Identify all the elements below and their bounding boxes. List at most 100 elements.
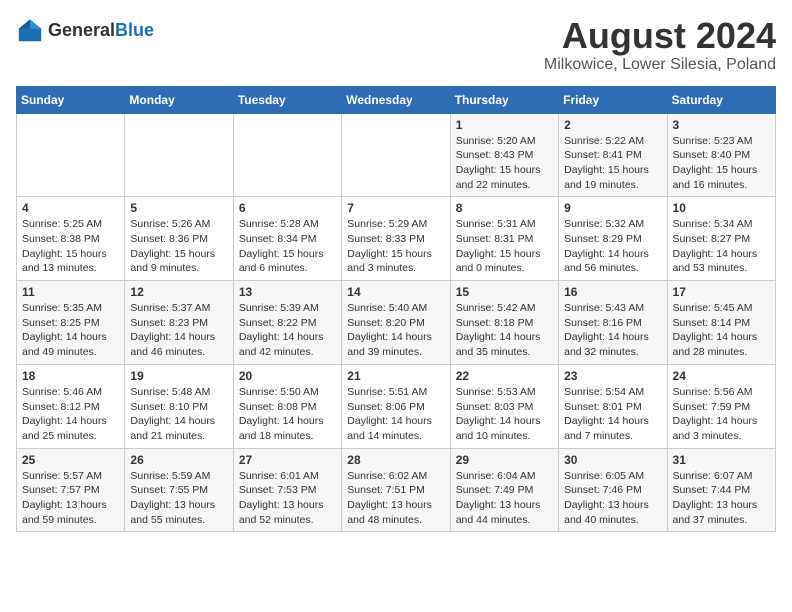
logo-text: GeneralBlue — [48, 20, 154, 41]
calendar-day-cell: 19 Sunrise: 5:48 AM Sunset: 8:10 PM Dayli… — [125, 364, 233, 448]
day-info: Sunrise: 5:25 AM Sunset: 8:38 PM Dayligh… — [22, 217, 119, 276]
day-number: 24 — [673, 369, 770, 383]
calendar-day-cell: 9 Sunrise: 5:32 AM Sunset: 8:29 PM Daylig… — [559, 197, 667, 281]
calendar-day-cell: 31Sunrise: 6:07 AM Sunset: 7:44 PM Dayli… — [667, 448, 775, 532]
calendar-day-cell: 24 Sunrise: 5:56 AM Sunset: 7:59 PM Dayli… — [667, 364, 775, 448]
day-info: Sunrise: 5:42 AM Sunset: 8:18 PM Dayligh… — [456, 301, 553, 360]
calendar-day-cell: 28Sunrise: 6:02 AM Sunset: 7:51 PM Dayli… — [342, 448, 450, 532]
day-info: Sunrise: 5:46 AM Sunset: 8:12 PM Dayligh… — [22, 385, 119, 444]
calendar-day-cell — [342, 113, 450, 197]
calendar-day-cell: 25 Sunrise: 5:57 AM Sunset: 7:57 PM Dayli… — [17, 448, 125, 532]
day-info: Sunrise: 5:54 AM Sunset: 8:01 PM Dayligh… — [564, 385, 661, 444]
day-number: 22 — [456, 369, 553, 383]
day-info: Sunrise: 5:48 AM Sunset: 8:10 PM Dayligh… — [130, 385, 227, 444]
day-number: 2 — [564, 118, 661, 132]
calendar-day-cell: 22 Sunrise: 5:53 AM Sunset: 8:03 PM Dayli… — [450, 364, 558, 448]
day-number: 4 — [22, 201, 119, 215]
day-number: 30 — [564, 453, 661, 467]
day-number: 27 — [239, 453, 336, 467]
logo-general: General — [48, 20, 115, 40]
day-info: Sunrise: 5:57 AM Sunset: 7:57 PM Dayligh… — [22, 469, 119, 528]
calendar-day-cell — [125, 113, 233, 197]
day-number: 9 — [564, 201, 661, 215]
day-of-week-header: Friday — [559, 86, 667, 113]
month-year-title: August 2024 — [544, 16, 776, 56]
calendar-day-cell: 29 Sunrise: 6:04 AM Sunset: 7:49 PM Dayli… — [450, 448, 558, 532]
calendar-day-cell: 30 Sunrise: 6:05 AM Sunset: 7:46 PM Dayli… — [559, 448, 667, 532]
day-number: 12 — [130, 285, 227, 299]
calendar-day-cell: 17 Sunrise: 5:45 AM Sunset: 8:14 PM Dayli… — [667, 281, 775, 365]
calendar-day-cell: 4 Sunrise: 5:25 AM Sunset: 8:38 PM Daylig… — [17, 197, 125, 281]
calendar-day-cell: 14 Sunrise: 5:40 AM Sunset: 8:20 PM Dayli… — [342, 281, 450, 365]
calendar-week-row: 11Sunrise: 5:35 AM Sunset: 8:25 PM Dayli… — [17, 281, 776, 365]
calendar-table: SundayMondayTuesdayWednesdayThursdayFrid… — [16, 86, 776, 533]
calendar-day-cell: 3Sunrise: 5:23 AM Sunset: 8:40 PM Daylig… — [667, 113, 775, 197]
day-number: 3 — [673, 118, 770, 132]
day-number: 18 — [22, 369, 119, 383]
day-info: Sunrise: 6:07 AM Sunset: 7:44 PM Dayligh… — [673, 469, 770, 528]
day-of-week-header: Wednesday — [342, 86, 450, 113]
day-of-week-header: Monday — [125, 86, 233, 113]
day-number: 19 — [130, 369, 227, 383]
calendar-day-cell: 21Sunrise: 5:51 AM Sunset: 8:06 PM Dayli… — [342, 364, 450, 448]
day-info: Sunrise: 5:53 AM Sunset: 8:03 PM Dayligh… — [456, 385, 553, 444]
calendar-week-row: 4 Sunrise: 5:25 AM Sunset: 8:38 PM Daylig… — [17, 197, 776, 281]
day-number: 20 — [239, 369, 336, 383]
calendar-day-cell: 8Sunrise: 5:31 AM Sunset: 8:31 PM Daylig… — [450, 197, 558, 281]
day-info: Sunrise: 5:51 AM Sunset: 8:06 PM Dayligh… — [347, 385, 444, 444]
calendar-day-cell: 2 Sunrise: 5:22 AM Sunset: 8:41 PM Daylig… — [559, 113, 667, 197]
logo: GeneralBlue — [16, 16, 154, 44]
calendar-day-cell: 11Sunrise: 5:35 AM Sunset: 8:25 PM Dayli… — [17, 281, 125, 365]
day-number: 25 — [22, 453, 119, 467]
day-number: 11 — [22, 285, 119, 299]
day-info: Sunrise: 5:28 AM Sunset: 8:34 PM Dayligh… — [239, 217, 336, 276]
day-number: 15 — [456, 285, 553, 299]
day-of-week-header: Sunday — [17, 86, 125, 113]
day-info: Sunrise: 6:04 AM Sunset: 7:49 PM Dayligh… — [456, 469, 553, 528]
day-number: 6 — [239, 201, 336, 215]
calendar-day-cell: 18 Sunrise: 5:46 AM Sunset: 8:12 PM Dayli… — [17, 364, 125, 448]
calendar-day-cell: 7Sunrise: 5:29 AM Sunset: 8:33 PM Daylig… — [342, 197, 450, 281]
day-info: Sunrise: 5:56 AM Sunset: 7:59 PM Dayligh… — [673, 385, 770, 444]
location-subtitle: Milkowice, Lower Silesia, Poland — [544, 56, 776, 74]
calendar-day-cell: 5 Sunrise: 5:26 AM Sunset: 8:36 PM Daylig… — [125, 197, 233, 281]
calendar-day-cell: 20Sunrise: 5:50 AM Sunset: 8:08 PM Dayli… — [233, 364, 341, 448]
calendar-day-cell — [17, 113, 125, 197]
calendar-day-cell: 10Sunrise: 5:34 AM Sunset: 8:27 PM Dayli… — [667, 197, 775, 281]
logo-blue: Blue — [115, 20, 154, 40]
day-info: Sunrise: 5:29 AM Sunset: 8:33 PM Dayligh… — [347, 217, 444, 276]
calendar-day-cell: 27 Sunrise: 6:01 AM Sunset: 7:53 PM Dayli… — [233, 448, 341, 532]
day-info: Sunrise: 5:39 AM Sunset: 8:22 PM Dayligh… — [239, 301, 336, 360]
day-info: Sunrise: 5:22 AM Sunset: 8:41 PM Dayligh… — [564, 134, 661, 193]
day-of-week-header: Saturday — [667, 86, 775, 113]
calendar-week-row: 25 Sunrise: 5:57 AM Sunset: 7:57 PM Dayli… — [17, 448, 776, 532]
calendar-header-row: SundayMondayTuesdayWednesdayThursdayFrid… — [17, 86, 776, 113]
day-info: Sunrise: 5:43 AM Sunset: 8:16 PM Dayligh… — [564, 301, 661, 360]
day-info: Sunrise: 5:37 AM Sunset: 8:23 PM Dayligh… — [130, 301, 227, 360]
day-number: 14 — [347, 285, 444, 299]
calendar-day-cell: 13 Sunrise: 5:39 AM Sunset: 8:22 PM Dayli… — [233, 281, 341, 365]
day-info: Sunrise: 6:01 AM Sunset: 7:53 PM Dayligh… — [239, 469, 336, 528]
day-info: Sunrise: 5:45 AM Sunset: 8:14 PM Dayligh… — [673, 301, 770, 360]
calendar-day-cell: 1Sunrise: 5:20 AM Sunset: 8:43 PM Daylig… — [450, 113, 558, 197]
day-number: 26 — [130, 453, 227, 467]
day-number: 13 — [239, 285, 336, 299]
calendar-day-cell: 16Sunrise: 5:43 AM Sunset: 8:16 PM Dayli… — [559, 281, 667, 365]
day-info: Sunrise: 5:32 AM Sunset: 8:29 PM Dayligh… — [564, 217, 661, 276]
calendar-day-cell — [233, 113, 341, 197]
logo-icon — [16, 16, 44, 44]
day-info: Sunrise: 5:26 AM Sunset: 8:36 PM Dayligh… — [130, 217, 227, 276]
day-info: Sunrise: 6:05 AM Sunset: 7:46 PM Dayligh… — [564, 469, 661, 528]
day-number: 5 — [130, 201, 227, 215]
day-info: Sunrise: 5:59 AM Sunset: 7:55 PM Dayligh… — [130, 469, 227, 528]
calendar-week-row: 18 Sunrise: 5:46 AM Sunset: 8:12 PM Dayli… — [17, 364, 776, 448]
day-number: 17 — [673, 285, 770, 299]
calendar-day-cell: 12 Sunrise: 5:37 AM Sunset: 8:23 PM Dayli… — [125, 281, 233, 365]
day-info: Sunrise: 6:02 AM Sunset: 7:51 PM Dayligh… — [347, 469, 444, 528]
day-number: 29 — [456, 453, 553, 467]
title-section: August 2024 Milkowice, Lower Silesia, Po… — [544, 16, 776, 74]
day-info: Sunrise: 5:40 AM Sunset: 8:20 PM Dayligh… — [347, 301, 444, 360]
day-of-week-header: Tuesday — [233, 86, 341, 113]
day-info: Sunrise: 5:20 AM Sunset: 8:43 PM Dayligh… — [456, 134, 553, 193]
day-number: 8 — [456, 201, 553, 215]
